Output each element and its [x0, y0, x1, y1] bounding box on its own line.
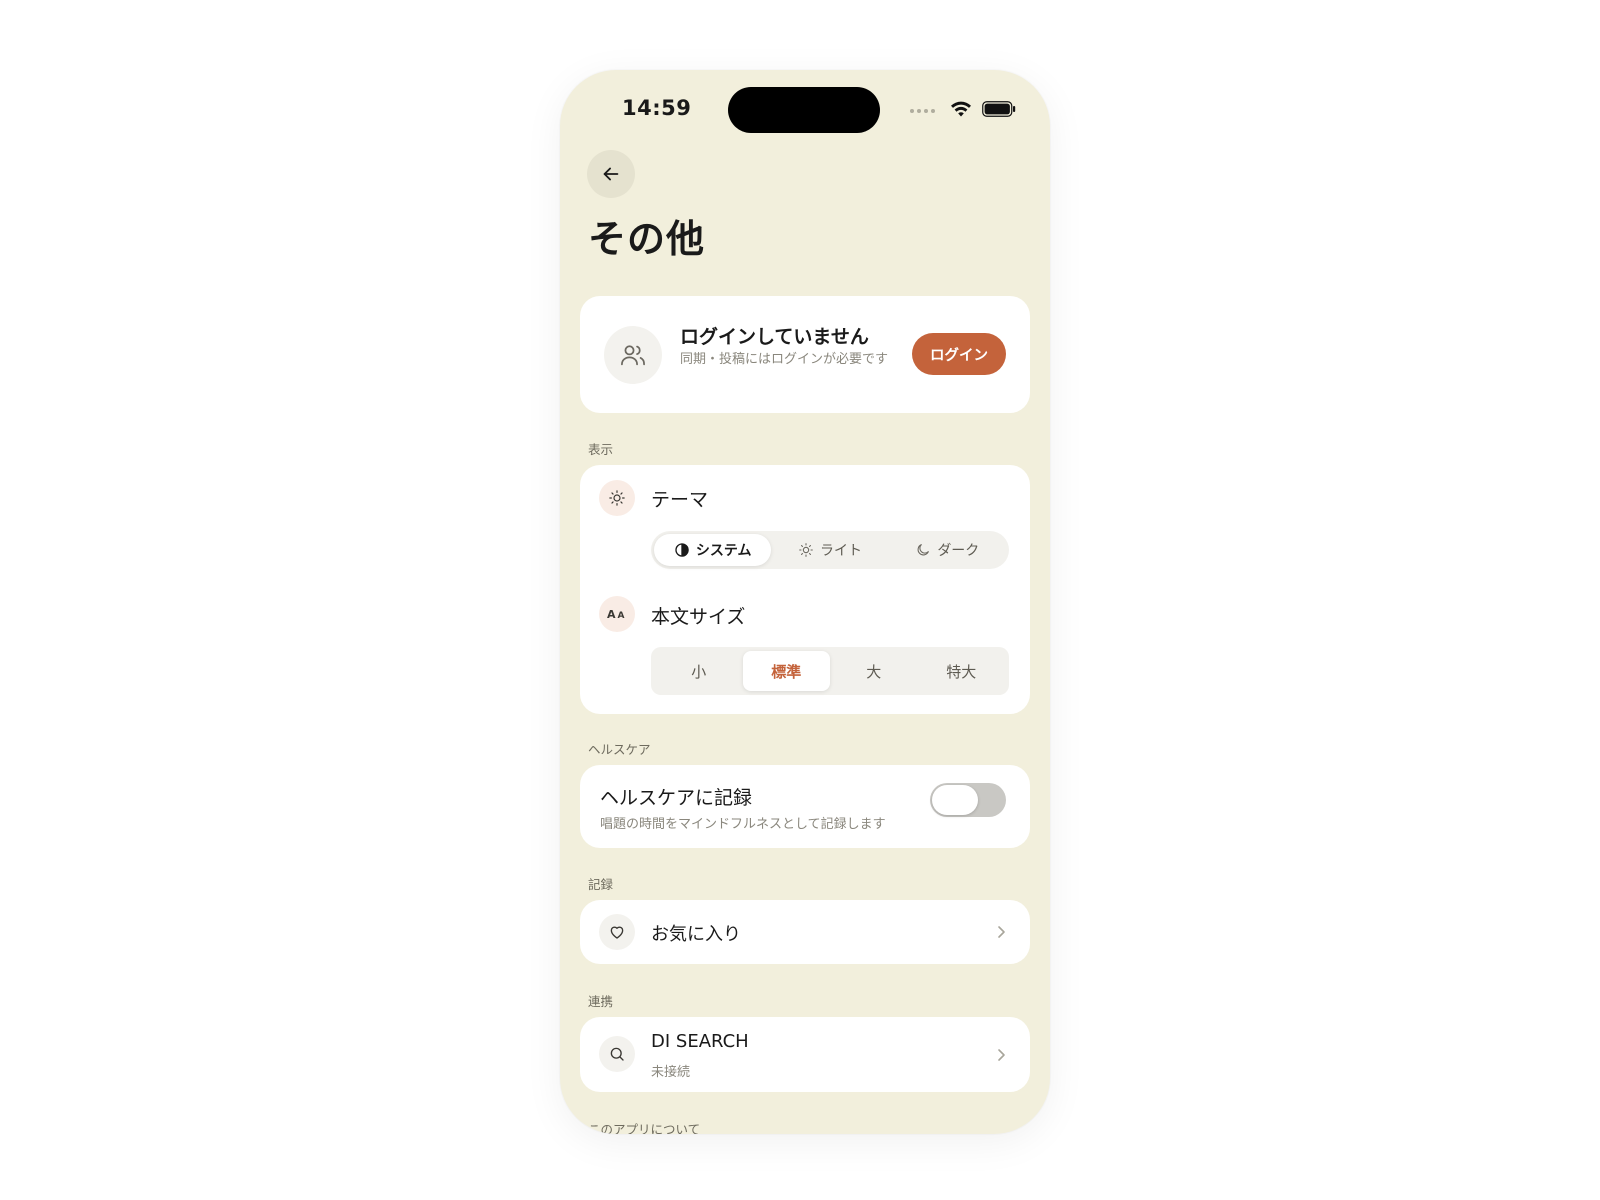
theme-option-light[interactable]: ライト [771, 534, 888, 566]
dynamic-island [728, 87, 880, 133]
cellular-signal-icon [910, 109, 935, 113]
status-bar: 14:59 [560, 70, 1050, 150]
theme-option-dark-label: ダーク [937, 543, 980, 559]
favorites-label: お気に入り [651, 924, 741, 945]
sun-icon [799, 543, 813, 557]
theme-label: テーマ [651, 489, 709, 511]
section-label-records: 記録 [588, 877, 614, 892]
back-button[interactable] [587, 150, 635, 198]
battery-icon [982, 101, 1016, 117]
font-size-option-small[interactable]: 小 [655, 651, 743, 691]
font-size-icon: A A [599, 596, 635, 632]
contrast-icon [675, 543, 689, 557]
font-size-option-large[interactable]: 大 [830, 651, 918, 691]
sun-icon [599, 480, 635, 516]
healthcare-subtitle: 唱題の時間をマインドフルネスとして記録します [600, 817, 886, 832]
login-status-subtitle: 同期・投稿にはログインが必要です [680, 352, 889, 367]
font-size-label: 本文サイズ [651, 606, 746, 628]
svg-text:A: A [607, 608, 616, 621]
toggle-knob [932, 785, 978, 815]
theme-option-system-label: システム [695, 543, 752, 559]
theme-selector: システム ライト ダーク [651, 531, 1009, 569]
heart-icon [599, 914, 635, 950]
svg-text:A: A [618, 611, 625, 621]
arrow-left-icon [603, 167, 619, 181]
login-button[interactable]: ログイン [912, 333, 1006, 375]
status-time: 14:59 [622, 96, 692, 120]
display-card: テーマ システム ライト ダーク A A 本文サイズ 小 標準 大 特大 [580, 465, 1030, 714]
font-size-selector: 小 標準 大 特大 [651, 647, 1009, 695]
theme-option-light-label: ライト [819, 543, 862, 559]
healthcare-title: ヘルスケアに記録 [600, 787, 753, 809]
page-title: その他 [588, 217, 706, 261]
di-search-row[interactable]: DI SEARCH 未接続 [580, 1017, 1030, 1092]
section-label-integrations: 連携 [588, 994, 614, 1009]
moon-icon [917, 544, 930, 556]
chevron-right-icon [998, 926, 1005, 938]
chevron-right-icon [998, 1049, 1005, 1061]
theme-option-dark[interactable]: ダーク [889, 534, 1006, 566]
font-size-option-standard[interactable]: 標準 [742, 651, 830, 691]
font-size-option-extra-large[interactable]: 特大 [918, 651, 1006, 691]
healthcare-card: ヘルスケアに記録 唱題の時間をマインドフルネスとして記録します [580, 765, 1030, 848]
di-search-status: 未接続 [651, 1065, 691, 1080]
phone-frame: 14:59 その他 ログインしていません 同期・投稿にはログインが必要です ログ… [560, 70, 1050, 1134]
di-search-label: DI SEARCH [651, 1031, 749, 1052]
theme-option-system[interactable]: システム [654, 534, 772, 566]
section-label-healthcare: ヘルスケア [588, 742, 651, 757]
users-icon [604, 326, 662, 384]
search-icon [599, 1036, 635, 1072]
login-status-title: ログインしていません [680, 326, 869, 348]
account-card: ログインしていません 同期・投稿にはログインが必要です ログイン [580, 296, 1030, 413]
favorites-row[interactable]: お気に入り [580, 900, 1030, 964]
healthcare-toggle[interactable] [930, 783, 1006, 817]
section-label-display: 表示 [588, 442, 614, 457]
wifi-icon [951, 101, 971, 117]
section-label-about: このアプリについて [588, 1122, 701, 1134]
